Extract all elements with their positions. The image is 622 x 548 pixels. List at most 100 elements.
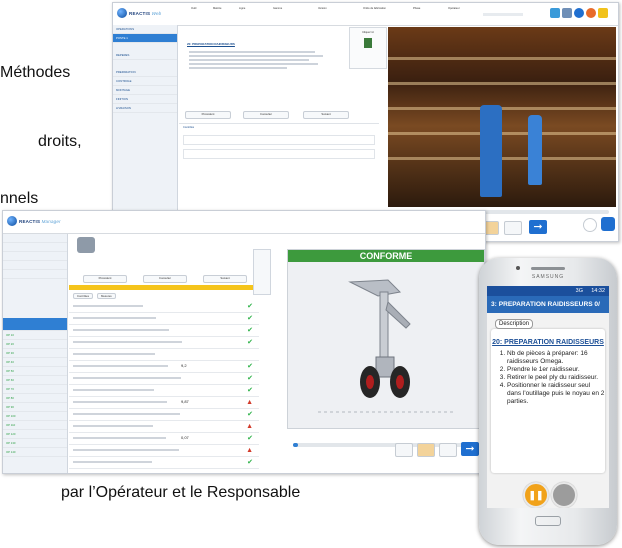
next-arrow-icon[interactable]: ➞ (529, 220, 547, 234)
tree-op-item[interactable]: OP 60 (3, 376, 67, 385)
tab-mesures[interactable]: Mesures (96, 293, 116, 299)
manager-list-button[interactable] (439, 443, 457, 457)
measure-value: 0,07 (181, 435, 189, 440)
text-fragment-nnels: nnels (0, 190, 39, 207)
highlight-bar (69, 285, 259, 290)
checks-table-panel: Précédent Consulter Suivant Contrôles Me… (69, 235, 259, 473)
tree-op-item[interactable]: OP 140 (3, 448, 67, 457)
manager-previous-button[interactable]: Précédent (83, 275, 127, 283)
media-thumbnail[interactable]: Cliquez ici (349, 27, 387, 69)
logo-sub-2: Manager (41, 218, 61, 224)
sidebar-item-controle[interactable]: CONTROLE (113, 77, 177, 86)
check-row (69, 349, 259, 361)
manager-operator-button[interactable] (417, 443, 435, 457)
manager-tools-button[interactable] (395, 443, 413, 457)
phone-step-title: 20: PREPARATION RAIDISSEURS (492, 339, 604, 346)
tree-op-item[interactable]: OP 80 (3, 394, 67, 403)
lock-icon[interactable] (598, 8, 608, 18)
user-icon[interactable] (586, 8, 596, 18)
pause-icon[interactable] (601, 217, 615, 231)
caption-text: par l’Opérateur et le Responsable (61, 484, 301, 501)
status-time: 14:32 (591, 288, 605, 294)
checks-tab[interactable]: Contrôles (179, 124, 379, 131)
previous-button[interactable]: Précédent (185, 111, 231, 119)
app-window-manager: REACTIS Manager OP 10 OP 20 OP 30 OP 40 OP 5… (2, 210, 486, 474)
sidebar-item-montage[interactable]: MONTAGE (113, 86, 177, 95)
app-logo: REACTIS Web (117, 8, 161, 18)
landing-gear-model (288, 262, 484, 428)
check-row: ✔ 9,2 (69, 361, 259, 373)
header-col-3: Ligne (239, 7, 246, 10)
home-button[interactable] (535, 516, 561, 526)
next-button[interactable]: Suivant (303, 111, 349, 119)
tab-controles[interactable]: Contrôles (73, 293, 93, 299)
tree-op-item[interactable]: OP 20 (3, 340, 67, 349)
tree-op-item[interactable]: OP 130 (3, 439, 67, 448)
tree-item-selected[interactable] (3, 318, 67, 331)
tree-op-item[interactable]: OP 90 (3, 403, 67, 412)
warning-icon: ▲ (246, 423, 253, 430)
check-row: ✔ (69, 337, 259, 349)
tree-op-item[interactable]: OP 10 (3, 331, 67, 340)
check-row: ✔ (69, 325, 259, 337)
measure-value: 9,2 (181, 363, 187, 368)
sidebar-item-reperes[interactable]: REPERES (113, 51, 177, 60)
phone-app-title: 3: PREPARATION RAIDISSEURS 0/ (487, 296, 609, 313)
record-icon[interactable] (583, 218, 597, 232)
checks-rows: ✔ ✔ ✔ ✔ ✔ 9,2 ✔ ✔ ▲ 9,87 ✔ ▲ ✔ 0,07 ▲ ✔ (69, 301, 259, 469)
instruction-title: 20: PREPARATION RAIDISSEURS (187, 42, 235, 46)
header-col-2: Matrice (213, 7, 222, 10)
sidebar-item-preparation[interactable]: PREPARATION (113, 68, 177, 77)
check-row-1 (183, 135, 375, 146)
list-button[interactable] (504, 221, 522, 235)
phone-status-bar: 3G 14:32 (487, 286, 609, 296)
tree-item-2[interactable] (3, 243, 67, 252)
tree-item-5[interactable] (3, 270, 67, 279)
measure-value: 9,87 (181, 399, 189, 404)
header-col-7: Phase (413, 7, 421, 10)
phone-step-1: Nb de pièces à préparer: 16 raidisseurs … (507, 350, 605, 366)
help-icon[interactable] (574, 8, 584, 18)
header-col-5: Version (318, 7, 327, 10)
logo-icon-2 (7, 216, 17, 226)
sidebar-item-finition[interactable]: FINITION (113, 95, 177, 104)
manager-consult-button[interactable]: Consulter (143, 275, 187, 283)
bar-chart-icon[interactable] (550, 8, 560, 18)
header-field (483, 13, 523, 16)
logo-icon (117, 8, 127, 18)
description-tab[interactable]: Description (495, 319, 534, 329)
tree-op-item[interactable]: OP 40 (3, 358, 67, 367)
sidebar-item-operations[interactable]: OPERATIONS (113, 25, 177, 34)
signal-label: 3G (575, 288, 583, 294)
tree-op-item[interactable]: OP 120 (3, 430, 67, 439)
tree-op-item[interactable]: OP 70 (3, 385, 67, 394)
check-icon: ✔ (247, 435, 253, 442)
app-logo-2: REACTIS Manager (7, 216, 61, 226)
tree-op-item[interactable]: OP 30 (3, 349, 67, 358)
check-icon: ✔ (247, 363, 253, 370)
check-row: ✔ 0,07 (69, 433, 259, 445)
camera-icon[interactable] (77, 237, 95, 253)
check-icon: ✔ (247, 411, 253, 418)
consult-button[interactable]: Consulter (243, 111, 289, 119)
sidebar-item-poste-1[interactable]: POSTE 1 (113, 34, 177, 43)
manager-next-arrow-icon[interactable]: ➞ (461, 442, 479, 456)
phone-step-2: Prendre le 1er raidisseur. (507, 366, 605, 374)
check-icon: ✔ (247, 375, 253, 382)
document-icon[interactable] (562, 8, 572, 18)
pause-button-icon[interactable]: ❚❚ (523, 482, 549, 508)
tree-item-1[interactable] (3, 234, 67, 243)
tree-op-item[interactable]: OP 50 (3, 367, 67, 376)
sidebar-item-livraison[interactable]: LIVRAISON (113, 104, 177, 113)
check-row: ▲ 9,87 (69, 397, 259, 409)
warning-icon: ▲ (246, 447, 253, 454)
tree-op-item[interactable]: OP 100 (3, 412, 67, 421)
tree-item-3[interactable] (3, 252, 67, 261)
tree-item-4[interactable] (3, 261, 67, 270)
stop-button-icon[interactable] (551, 482, 577, 508)
manager-progress (293, 443, 463, 447)
manager-next-button[interactable]: Suivant (203, 275, 247, 283)
tree-op-item[interactable]: OP 110 (3, 421, 67, 430)
conforme-banner: CONFORME (288, 250, 484, 262)
tree-op-list: OP 10 OP 20 OP 30 OP 40 OP 50 OP 60 OP 70 OP 80… (3, 331, 67, 457)
